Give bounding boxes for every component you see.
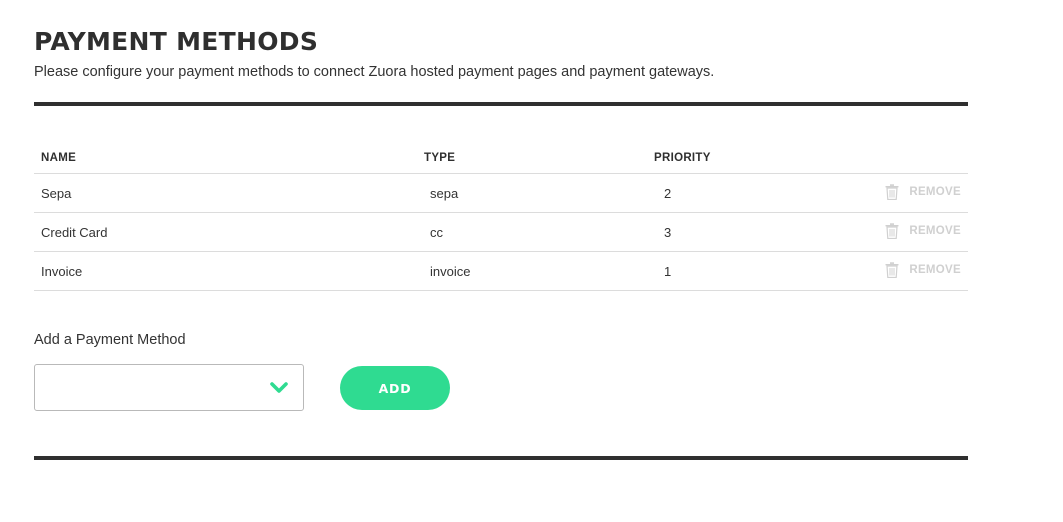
- page-subtitle: Please configure your payment methods to…: [34, 64, 715, 80]
- top-divider: [34, 102, 968, 106]
- row-priority: 2: [664, 186, 672, 201]
- row-name: Credit Card: [41, 225, 108, 240]
- remove-button[interactable]: REMOVE: [885, 262, 961, 278]
- bottom-divider: [34, 456, 968, 460]
- payment-method-select[interactable]: [34, 364, 304, 411]
- trash-icon: [885, 184, 899, 200]
- row-type: cc: [430, 225, 443, 240]
- column-header-priority: PRIORITY: [654, 152, 711, 164]
- page-title: PAYMENT METHODS: [34, 27, 319, 56]
- remove-label: REMOVE: [909, 264, 961, 276]
- chevron-down-icon: [269, 381, 289, 400]
- trash-icon: [885, 262, 899, 278]
- row-priority: 3: [664, 225, 672, 240]
- add-button[interactable]: ADD: [340, 366, 450, 410]
- table-row: Sepa sepa 2 REMOVE: [34, 174, 968, 213]
- row-name: Sepa: [41, 186, 72, 201]
- add-payment-method-label: Add a Payment Method: [34, 332, 186, 348]
- table-row: Invoice invoice 1 REMOVE: [34, 252, 968, 291]
- column-header-type: TYPE: [424, 152, 456, 164]
- payment-methods-table: NAME TYPE PRIORITY Sepa sepa 2 REMOVE Cr…: [34, 148, 968, 291]
- remove-button[interactable]: REMOVE: [885, 184, 961, 200]
- row-type: sepa: [430, 186, 459, 201]
- payment-methods-page: PAYMENT METHODS Please configure your pa…: [0, 0, 1063, 522]
- row-priority: 1: [664, 264, 672, 279]
- column-header-name: NAME: [41, 152, 77, 164]
- table-header: NAME TYPE PRIORITY: [34, 148, 968, 174]
- remove-button[interactable]: REMOVE: [885, 223, 961, 239]
- remove-label: REMOVE: [909, 225, 961, 237]
- trash-icon: [885, 223, 899, 239]
- row-name: Invoice: [41, 264, 83, 279]
- remove-label: REMOVE: [909, 186, 961, 198]
- row-type: invoice: [430, 264, 471, 279]
- table-row: Credit Card cc 3 REMOVE: [34, 213, 968, 252]
